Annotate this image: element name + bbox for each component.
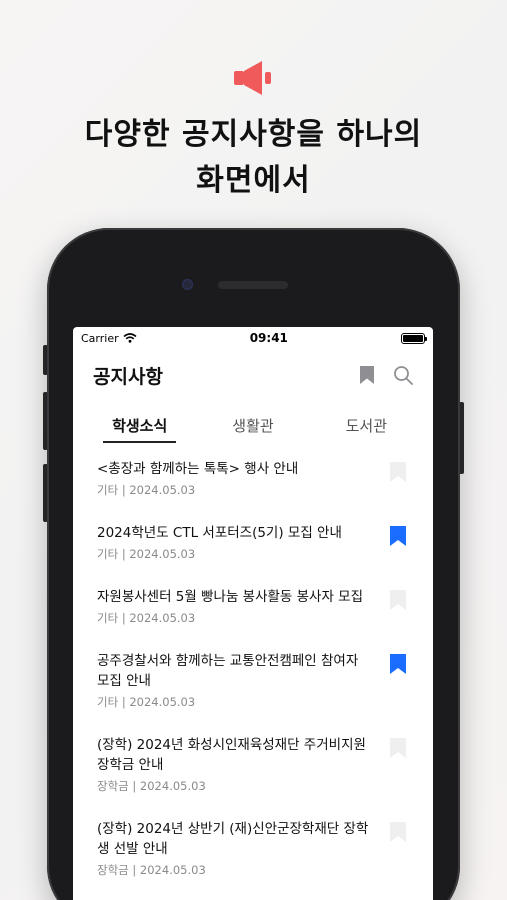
wifi-icon (123, 333, 137, 343)
notice-title: 공주경찰서와 함께하는 교통안전캠페인 참여자 모집 안내 (97, 653, 359, 689)
headline-line-1: 다양한 공지사항을 하나의 (84, 117, 423, 152)
tab-library[interactable]: 도서관 (310, 401, 423, 449)
notice-title: (장학) 2024년 화성시인재육성재단 주거비지원 장학금 안내 (97, 737, 366, 773)
notice-item[interactable]: (장학) 2024년 화성시인재육성재단 주거비지원 장학금 안내 장학금 | … (97, 735, 433, 794)
category-tabs: 학생소식 생활관 도서관 (83, 401, 423, 449)
bookmark-toggle-icon[interactable] (389, 589, 407, 611)
notice-title: 자원봉사센터 5월 빵나눔 봉사활동 봉사자 모집 (97, 589, 364, 605)
carrier-label: Carrier (81, 331, 119, 345)
notice-item[interactable]: 2024학년도 CTL 서포터즈(5기) 모집 안내 기타 | 2024.05.… (97, 523, 433, 562)
bookmark-toggle-icon[interactable] (389, 821, 407, 843)
tab-student-news[interactable]: 학생소식 (83, 401, 196, 449)
notice-meta: 장학금 | 2024.05.03 (97, 863, 206, 877)
bookmark-icon[interactable] (359, 365, 375, 385)
phone-speaker (218, 281, 288, 289)
notice-item[interactable]: <총장과 함께하는 톡톡> 행사 안내 기타 | 2024.05.03 (97, 459, 433, 498)
bookmark-toggle-icon[interactable] (389, 653, 407, 675)
search-icon[interactable] (393, 365, 413, 385)
notice-title: (장학) 2024년 상반기 (재)신안군장학재단 장학생 선발 안내 (97, 821, 369, 857)
battery-icon (400, 332, 427, 344)
megaphone-icon (232, 58, 276, 98)
notice-list: <총장과 함께하는 톡톡> 행사 안내 기타 | 2024.05.03 2024… (73, 459, 433, 878)
notice-item[interactable]: 자원봉사센터 5월 빵나눔 봉사활동 봉사자 모집 기타 | 2024.05.0… (97, 587, 433, 626)
front-camera (182, 279, 193, 290)
promo-header: 다양한 공지사항을 하나의 화면에서 (0, 58, 507, 204)
notice-meta: 기타 | 2024.05.03 (97, 611, 196, 625)
tab-dormitory[interactable]: 생활관 (196, 401, 309, 449)
notice-meta: 장학금 | 2024.05.03 (97, 779, 206, 793)
bookmark-toggle-icon[interactable] (389, 525, 407, 547)
promo-headline: 다양한 공지사항을 하나의 화면에서 (0, 112, 507, 204)
notice-meta: 기타 | 2024.05.03 (97, 483, 196, 497)
page-title: 공지사항 (93, 365, 163, 388)
bookmark-toggle-icon[interactable] (389, 737, 407, 759)
bookmark-toggle-icon[interactable] (389, 461, 407, 483)
app-bar: 공지사항 (73, 349, 433, 401)
status-bar: Carrier 09:41 (73, 327, 433, 349)
phone-screen: Carrier 09:41 공지사항 학생소식 생활관 도서관 <총장과 함께하… (73, 327, 433, 900)
notice-item[interactable]: (장학) 2024년 상반기 (재)신안군장학재단 장학생 선발 안내 장학금 … (97, 819, 433, 878)
notice-title: <총장과 함께하는 톡톡> 행사 안내 (97, 461, 299, 477)
status-time: 09:41 (249, 331, 288, 345)
notice-item[interactable]: 공주경찰서와 함께하는 교통안전캠페인 참여자 모집 안내 기타 | 2024.… (97, 651, 433, 710)
notice-meta: 기타 | 2024.05.03 (97, 695, 196, 709)
notice-title: 2024학년도 CTL 서포터즈(5기) 모집 안내 (97, 525, 342, 541)
headline-line-2: 화면에서 (196, 163, 311, 198)
notice-meta: 기타 | 2024.05.03 (97, 547, 196, 561)
